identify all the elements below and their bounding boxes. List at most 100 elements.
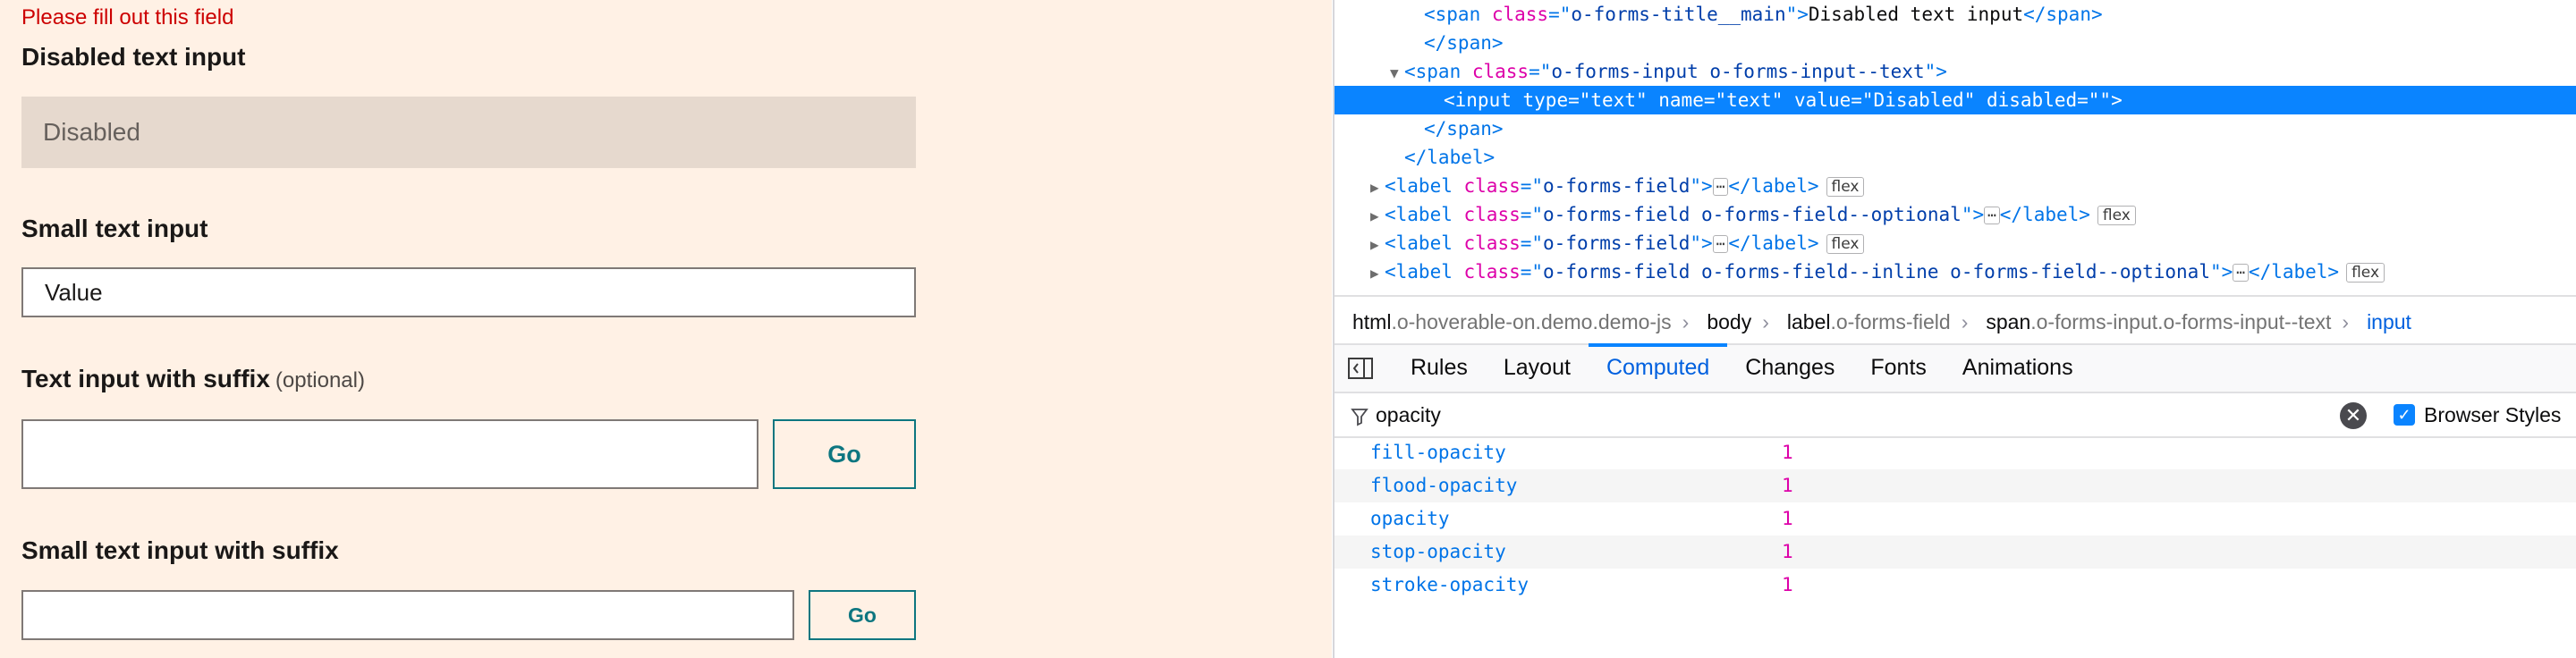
property-name: fill-opacity	[1370, 442, 1506, 463]
small-text-input[interactable]: Value	[21, 267, 916, 317]
markup-token: o-forms-input o-forms-input--text	[1551, 61, 1925, 82]
markup-node[interactable]: ▶ <label class="o-forms-field"> ⋯ </label> f…	[1335, 172, 2576, 200]
small-go-button[interactable]: Go	[809, 590, 916, 640]
markup-token: ="	[1520, 261, 1544, 283]
tab-changes[interactable]: Changes	[1727, 345, 1852, 390]
computed-property-row[interactable]: opacity 1	[1335, 502, 2576, 536]
markup-token: ="	[1703, 89, 1727, 111]
markup-node-selected[interactable]: <input type="text" name="text" value="Di…	[1335, 86, 2576, 114]
collapsed-children-icon[interactable]: ⋯	[2233, 264, 2249, 282]
expand-right-icon[interactable]: ▶	[1370, 173, 1385, 202]
collapsed-children-icon[interactable]: ⋯	[1712, 235, 1729, 253]
markup-token: </label>	[1404, 147, 1496, 168]
expand-down-icon[interactable]: ▼	[1390, 59, 1404, 88]
expand-right-icon[interactable]: ▶	[1370, 259, 1385, 288]
markup-token: ">	[1961, 204, 1985, 225]
expand-right-icon[interactable]: ▶	[1370, 231, 1385, 259]
suffix-input-label-text: Text input with suffix	[21, 365, 270, 392]
markup-token: <label	[1385, 175, 1464, 197]
markup-token: disabled	[1986, 89, 2078, 111]
markup-token: Disabled	[1873, 89, 1964, 111]
browser-styles-checkbox[interactable]: ✓	[2394, 404, 2415, 426]
tab-fonts[interactable]: Fonts	[1852, 345, 1945, 390]
breadcrumb-item[interactable]: input	[2367, 297, 2411, 347]
markup-token: <span	[1424, 4, 1492, 25]
markup-token: </label>	[2248, 261, 2340, 283]
breadcrumb: html.o-hoverable-on.demo.demo-js › body › la…	[1335, 295, 2576, 345]
suffix-text-input[interactable]	[21, 419, 758, 489]
clear-filter-icon[interactable]: ✕	[2340, 402, 2367, 429]
computed-property-row[interactable]: flood-opacity 1	[1335, 469, 2576, 502]
markup-token: o-forms-field	[1543, 175, 1690, 197]
markup-node[interactable]: ▶ <label class="o-forms-field"> ⋯ </label> f…	[1335, 229, 2576, 257]
markup-token: <label	[1385, 261, 1464, 283]
property-name: opacity	[1370, 508, 1450, 529]
validation-error: Please fill out this field	[21, 5, 234, 30]
computed-property-row[interactable]: stop-opacity 1	[1335, 536, 2576, 569]
markup-token: ">	[2209, 261, 2233, 283]
markup-token: name	[1658, 89, 1704, 111]
optional-hint: (optional)	[275, 368, 365, 392]
markup-token: "	[1963, 89, 1987, 111]
computed-property-row[interactable]: stroke-opacity 1	[1335, 569, 2576, 602]
markup-token: text	[1590, 89, 1636, 111]
disabled-text-input: Disabled	[21, 97, 916, 168]
small-suffix-input-label: Small text input with suffix	[21, 536, 339, 564]
breadcrumb-item[interactable]: body	[1707, 297, 1751, 347]
markup-token: value	[1794, 89, 1852, 111]
tab-computed[interactable]: Computed	[1588, 343, 1728, 390]
form-preview: Please fill out this field Disabled text…	[0, 0, 1332, 658]
markup-token: type	[1522, 89, 1569, 111]
markup-node[interactable]: <span class="o-forms-title__main">Disabl…	[1335, 0, 2576, 29]
computed-property-row[interactable]: fill-opacity 1	[1335, 436, 2576, 469]
tab-rules[interactable]: Rules	[1393, 345, 1486, 390]
markup-node[interactable]: </span>	[1335, 29, 2576, 57]
markup-token: ">	[1785, 4, 1809, 25]
go-button[interactable]: Go	[773, 419, 916, 489]
property-value: 1	[1782, 475, 1793, 496]
markup-node[interactable]: ▶ <label class="o-forms-field o-forms-fie…	[1335, 200, 2576, 229]
collapsed-children-icon[interactable]: ⋯	[1984, 207, 2000, 224]
tab-layout[interactable]: Layout	[1486, 345, 1589, 390]
markup-token: class	[1471, 61, 1530, 82]
markup-node[interactable]: ▶ <label class="o-forms-field o-forms-fie…	[1335, 257, 2576, 286]
flex-badge[interactable]: flex	[1826, 234, 1865, 254]
breadcrumb-item[interactable]: span.o-forms-input.o-forms-input--text	[1986, 297, 2331, 347]
flex-badge[interactable]: flex	[2346, 263, 2385, 283]
expand-right-icon[interactable]: ▶	[1370, 202, 1385, 231]
markup-token: text	[1726, 89, 1772, 111]
property-name: flood-opacity	[1370, 475, 1518, 496]
breadcrumb-item[interactable]: label.o-forms-field	[1787, 297, 1951, 347]
breadcrumb-item[interactable]: html.o-hoverable-on.demo.demo-js	[1352, 297, 1672, 347]
small-suffix-text-input[interactable]	[21, 590, 794, 640]
markup-node[interactable]: </span>	[1335, 114, 2576, 143]
property-name: stroke-opacity	[1370, 574, 1530, 595]
collapsed-children-icon[interactable]: ⋯	[1712, 178, 1729, 196]
markup-token: <input	[1444, 89, 1523, 111]
markup-token: </label>	[1728, 175, 1819, 197]
chevron-right-icon: ›	[1682, 310, 1690, 333]
markup-token: "	[1635, 89, 1659, 111]
filter-input[interactable]: opacity	[1376, 393, 1441, 436]
markup-token: <label	[1385, 204, 1464, 225]
toggle-sidebar-icon[interactable]	[1335, 345, 1386, 390]
markup-token: ="	[1520, 204, 1544, 225]
suffix-input-label: Text input with suffix (optional)	[21, 365, 365, 393]
small-input-label: Small text input	[21, 215, 208, 242]
markup-node[interactable]: ▼ <span class="o-forms-input o-forms-inpu…	[1335, 57, 2576, 86]
markup-token: o-forms-field	[1543, 232, 1690, 254]
chevron-right-icon: ›	[2342, 310, 2350, 333]
tab-animations[interactable]: Animations	[1945, 345, 2091, 390]
markup-token: </span>	[2023, 4, 2103, 25]
markup-token: Disabled text input	[1808, 4, 2024, 25]
chevron-right-icon: ›	[1961, 310, 1969, 333]
flex-badge[interactable]: flex	[1826, 177, 1865, 197]
markup-token: <label	[1385, 232, 1464, 254]
markup-node[interactable]: </label>	[1335, 143, 2576, 172]
markup-token: o-forms-field o-forms-field--inline o-fo…	[1543, 261, 2210, 283]
markup-token: </label>	[1728, 232, 1819, 254]
flex-badge[interactable]: flex	[2097, 206, 2136, 225]
markup-token: o-forms-title__main	[1571, 4, 1786, 25]
markup-token: </span>	[1424, 118, 1504, 139]
markup-token: "	[1771, 89, 1795, 111]
